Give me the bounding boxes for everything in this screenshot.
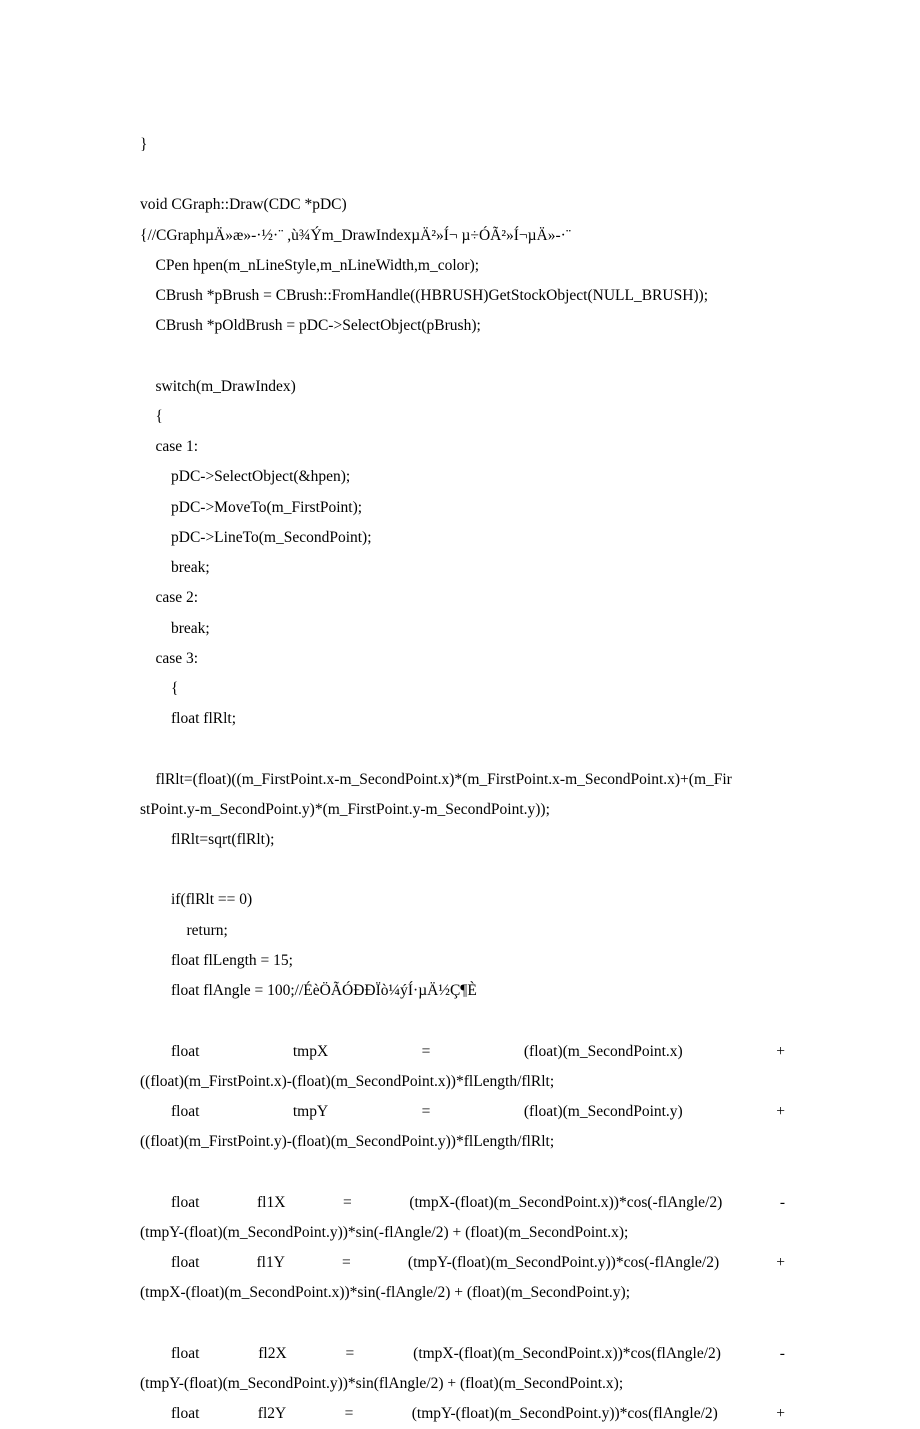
code-token: =	[346, 1339, 355, 1369]
code-line: CBrush *pOldBrush = pDC->SelectObject(pB…	[140, 311, 785, 341]
code-line	[140, 855, 785, 885]
code-line: float flLength = 15;	[140, 946, 785, 976]
code-line: (tmpX-(float)(m_SecondPoint.x))*sin(-flA…	[140, 1278, 785, 1308]
code-line: float flRlt;	[140, 704, 785, 734]
code-token: =	[422, 1097, 431, 1127]
code-token: +	[776, 1399, 785, 1429]
code-line: switch(m_DrawIndex)	[140, 372, 785, 402]
code-line	[140, 1309, 785, 1339]
code-line: CPen hpen(m_nLineStyle,m_nLineWidth,m_co…	[140, 251, 785, 281]
code-token: (tmpY-(float)(m_SecondPoint.y))*cos(-flA…	[408, 1248, 719, 1278]
code-line	[140, 734, 785, 764]
code-token: fl1X	[257, 1188, 285, 1218]
document-page: } void CGraph::Draw(CDC *pDC){//CGraphµÄ…	[0, 0, 920, 1429]
code-token: =	[343, 1188, 352, 1218]
code-token: +	[776, 1037, 785, 1067]
code-line: float fl2Y = (tmpY-(float)(m_SecondPoint.y)…	[140, 1399, 785, 1429]
code-line: (tmpY-(float)(m_SecondPoint.y))*sin(-flA…	[140, 1218, 785, 1248]
code-line: float tmpX = (float)(m_SecondPoint.x) +	[140, 1037, 785, 1067]
code-line: {//CGraphµÄ»æ»-·½·¨ ,ù¾Ým_DrawIndexµÄ²»Í…	[140, 221, 785, 251]
code-token: fl2Y	[258, 1399, 286, 1429]
code-line: CBrush *pBrush = CBrush::FromHandle((HBR…	[140, 281, 785, 311]
code-line: float fl1Y = (tmpY-(float)(m_SecondPoint.y)…	[140, 1248, 785, 1278]
code-line: case 3:	[140, 644, 785, 674]
code-token: (tmpX-(float)(m_SecondPoint.x))*cos(flAn…	[413, 1339, 721, 1369]
code-token: (float)(m_SecondPoint.y)	[524, 1097, 683, 1127]
code-line: float fl1X = (tmpX-(float)(m_SecondPoint.x)…	[140, 1188, 785, 1218]
code-line: pDC->SelectObject(&hpen);	[140, 462, 785, 492]
code-token: -	[780, 1188, 785, 1218]
code-line: pDC->LineTo(m_SecondPoint);	[140, 523, 785, 553]
code-line: flRlt=(float)((m_FirstPoint.x-m_SecondPo…	[140, 765, 785, 795]
code-line: float flAngle = 100;//ÉèÖÃÓÐÐÏò¼ýÍ·µÄ½Ç¶…	[140, 976, 785, 1006]
code-token: float	[140, 1037, 199, 1067]
code-line: float fl2X = (tmpX-(float)(m_SecondPoint.x)…	[140, 1339, 785, 1369]
code-token: float	[140, 1248, 199, 1278]
code-token: (tmpX-(float)(m_SecondPoint.x))*cos(-flA…	[409, 1188, 722, 1218]
code-line: break;	[140, 553, 785, 583]
code-line: void CGraph::Draw(CDC *pDC)	[140, 190, 785, 220]
code-token: tmpY	[293, 1097, 328, 1127]
code-token: (float)(m_SecondPoint.x)	[524, 1037, 683, 1067]
code-token: float	[140, 1339, 199, 1369]
code-line: ((float)(m_FirstPoint.x)-(float)(m_Secon…	[140, 1067, 785, 1097]
code-line: break;	[140, 614, 785, 644]
code-token: fl1Y	[257, 1248, 285, 1278]
code-token: float	[140, 1399, 199, 1429]
code-line: pDC->MoveTo(m_FirstPoint);	[140, 493, 785, 523]
code-line: ((float)(m_FirstPoint.y)-(float)(m_Secon…	[140, 1127, 785, 1157]
code-token: =	[345, 1399, 354, 1429]
code-line	[140, 1157, 785, 1187]
code-line: float tmpY = (float)(m_SecondPoint.y) +	[140, 1097, 785, 1127]
code-line: flRlt=sqrt(flRlt);	[140, 825, 785, 855]
code-line: case 2:	[140, 583, 785, 613]
code-token: +	[776, 1097, 785, 1127]
code-line	[140, 160, 785, 190]
code-line: case 1:	[140, 432, 785, 462]
code-line: {	[140, 402, 785, 432]
code-token: =	[342, 1248, 351, 1278]
code-line: return;	[140, 916, 785, 946]
code-token: -	[780, 1339, 785, 1369]
code-line: (tmpY-(float)(m_SecondPoint.y))*sin(flAn…	[140, 1369, 785, 1399]
code-line: }	[140, 130, 785, 160]
code-line: {	[140, 674, 785, 704]
code-line: stPoint.y-m_SecondPoint.y)*(m_FirstPoint…	[140, 795, 785, 825]
code-token: tmpX	[293, 1037, 328, 1067]
code-token: (tmpY-(float)(m_SecondPoint.y))*cos(flAn…	[412, 1399, 718, 1429]
code-token: =	[422, 1037, 431, 1067]
code-token: float	[140, 1097, 199, 1127]
code-line: if(flRlt == 0)	[140, 885, 785, 915]
code-token: fl2X	[258, 1339, 286, 1369]
code-token: +	[776, 1248, 785, 1278]
code-token: float	[140, 1188, 199, 1218]
code-line	[140, 342, 785, 372]
code-line	[140, 1006, 785, 1036]
